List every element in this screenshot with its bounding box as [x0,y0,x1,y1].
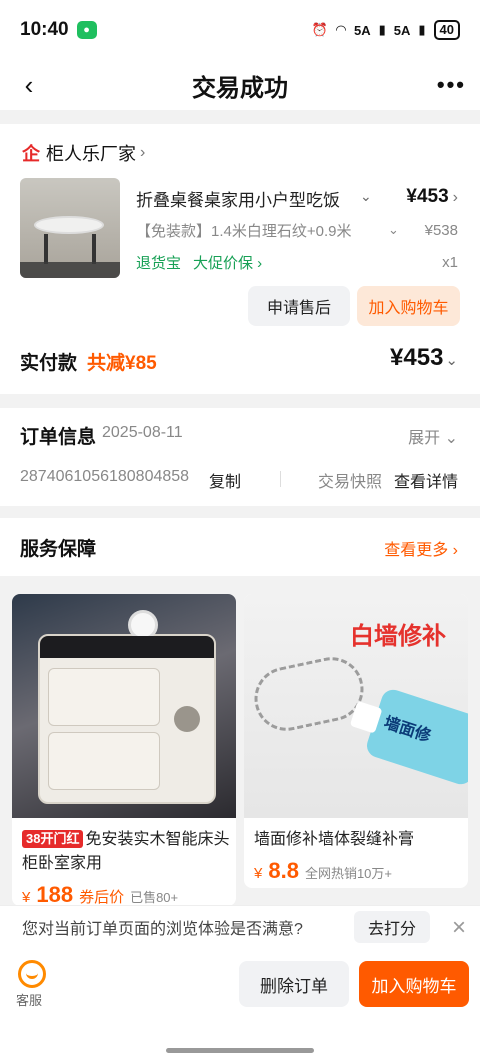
recommendation-card[interactable]: 38开门红 免安装实木智能床头柜卧室家用 ¥188 券后价 已售80+ [12,594,236,906]
home-indicator[interactable] [166,1048,314,1053]
product-thumbnail[interactable] [20,178,120,278]
paid-label: 实付款 [20,353,78,374]
customer-service-label[interactable]: 客服 [16,990,42,1009]
chevron-down-icon[interactable]: ⌄ [360,188,372,205]
order-date: 2025-08-11 [102,424,183,441]
status-bar: 10:40 ● ⏰ ◠ 5A ▮ 5A ▮ 40 [0,0,480,60]
product-title[interactable]: 折叠桌餐桌家用小户型吃饭 [136,186,360,211]
recommendation-price: ¥188 券后价 已售80+ [22,882,178,906]
price-value: 188 [36,882,74,906]
product-sku[interactable]: 【免装款】1.4米白理石纹+0.9米 [136,220,376,241]
image-caption: 白墙修补 [350,623,446,650]
recommendation-card[interactable]: 白墙修补 墙面修 墙面修补墙体裂缝补膏 ¥8.8 全网热销10万+ [244,594,468,888]
battery-icon: 40 [433,20,460,40]
divider [280,471,281,487]
add-to-cart-button[interactable]: 加入购物车 [357,286,460,326]
close-icon[interactable]: × [452,914,466,942]
copy-button[interactable]: 复制 [209,468,241,492]
service-title: 服务保障 [20,539,97,560]
recommendation-price: ¥8.8 全网热销10万+ [254,858,392,884]
currency-symbol: ¥ [254,865,263,882]
service-more-label: 查看更多 [384,542,449,559]
shop-logo-icon: 企 [22,144,40,164]
more-options-icon[interactable]: ••• [437,72,466,98]
shop-name: 柜人乐厂家 [46,144,136,164]
expand-label: 展开 [408,430,441,447]
delete-order-button[interactable]: 删除订单 [239,961,349,1007]
rate-button[interactable]: 去打分 [354,911,430,943]
order-info-card: 订单信息 2025-08-11 展开 ⌄ 2874061056180804858… [0,408,480,506]
price-value: 8.8 [268,858,299,883]
chevron-down-icon[interactable]: ⌄ [388,222,399,238]
detail-link[interactable]: 查看详情 [394,468,458,492]
back-icon[interactable]: ‹ [14,70,44,100]
chevron-down-icon: ⌄ [445,352,458,369]
wifi-icon: ◠ [335,22,346,37]
signal-1-label: 5A [353,22,371,38]
signal-icon: ▮ [378,22,386,37]
tag-return-insurance: 退货宝 [136,255,182,272]
service-guarantee-card: 服务保障 查看更多 › [0,518,480,576]
product-price-value: ¥453 [406,186,449,207]
currency-symbol: ¥ [22,889,31,906]
bottom-action-bar: 客服 删除订单 加入购物车 [0,948,480,1062]
promo-badge: 38开门红 [22,830,84,848]
signal-2-label: 5A [393,22,411,38]
expand-button[interactable]: 展开 ⌄ [408,424,458,448]
nav-bar: ‹ 交易成功 ••• [0,60,480,110]
status-icons: ⏰ ◠ 5A ▮ 5A ▮ 40 [312,20,460,40]
after-sale-button[interactable]: 申请售后 [248,286,350,326]
chevron-right-icon: › [452,542,458,559]
alarm-icon: ⏰ [311,22,328,37]
payment-row: 实付款 共减¥85 [20,348,157,375]
paid-total-value: ¥453 [390,344,444,371]
recommendation-name: 38开门红 免安装实木智能床头柜卧室家用 [22,828,232,876]
snapshot-link[interactable]: 交易快照 [318,468,382,492]
product-quantity: x1 [442,254,458,271]
signal-icon: ▮ [418,22,426,37]
order-number: 2874061056180804858 [20,468,190,485]
status-time: 10:40 [20,19,69,40]
survey-text: 您对当前订单页面的浏览体验是否满意? [22,921,303,938]
order-card: 企 柜人乐厂家 › 折叠桌餐桌家用小户型吃饭 ⌄ ¥453 › 【免装款】1.4米… [0,124,480,394]
chevron-right-icon: › [140,144,146,161]
tube-label: 墙面修 [381,714,433,746]
paid-total[interactable]: ¥453 ⌄ [390,344,458,372]
product-price[interactable]: ¥453 › [406,186,458,208]
add-to-cart-primary-button[interactable]: 加入购物车 [359,961,469,1007]
page-title: 交易成功 [192,74,288,102]
survey-bar: 您对当前订单页面的浏览体验是否满意? 去打分 × [0,906,480,948]
wechat-icon: ● [76,21,97,39]
order-info-title: 订单信息 [20,427,97,448]
service-more-link[interactable]: 查看更多 › [384,536,458,560]
sales-count: 已售80+ [130,890,179,905]
price-note: 券后价 [79,889,125,906]
service-tags: 退货宝 大促价保 › [136,252,262,273]
product-image: 白墙修补 墙面修 [244,594,468,818]
discount-amount: 共减¥85 [87,353,157,374]
chevron-down-icon: ⌄ [444,430,458,447]
chevron-right-icon: › [452,189,458,206]
tag-price-protection[interactable]: 大促价保 › [193,252,262,273]
shop-link[interactable]: 企 柜人乐厂家 › [20,140,145,166]
customer-service-icon[interactable] [18,960,46,988]
recommendation-name: 墙面修补墙体裂缝补膏 [254,831,415,848]
product-original-price: ¥538 [424,222,458,239]
product-image [12,594,236,818]
sales-count: 全网热销10万+ [304,866,392,881]
